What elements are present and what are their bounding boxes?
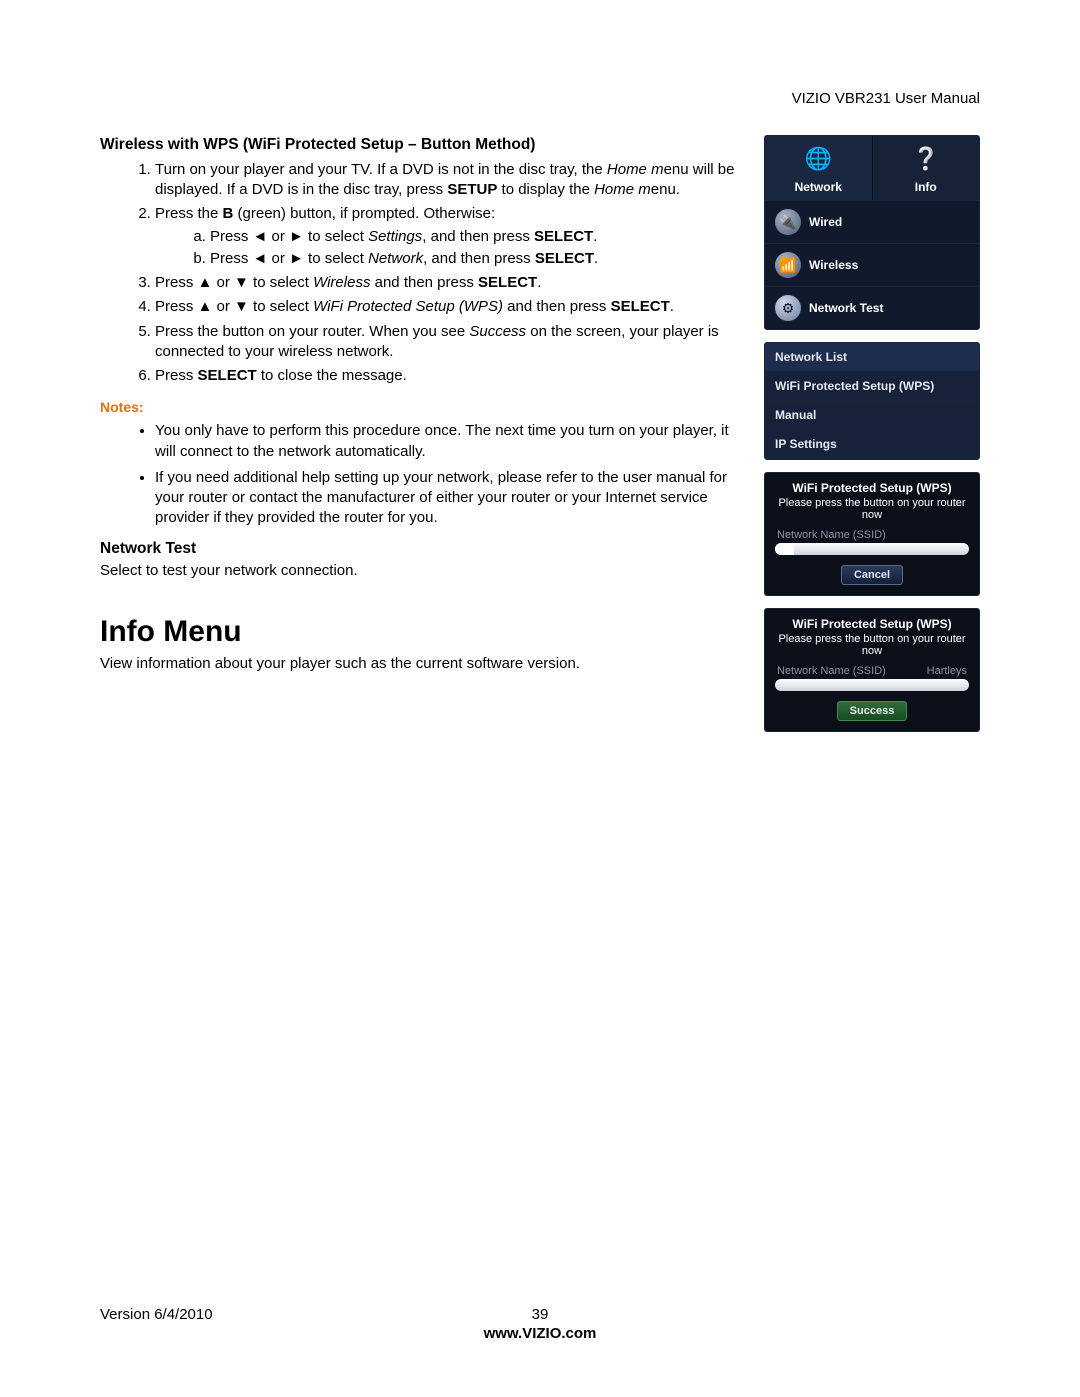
bold: SETUP: [447, 181, 497, 198]
text: Press ◄ or ► to select: [210, 228, 368, 245]
bold: B: [223, 205, 234, 222]
wifi-icon: 📶: [775, 252, 801, 278]
screenshot-network-menu: 🌐 Network ❔ Info 🔌 Wired 📶 Wi: [764, 135, 980, 330]
info-menu-body: View information about your player such …: [100, 654, 746, 674]
text: .: [594, 250, 598, 267]
menu-item-manual[interactable]: Manual: [765, 401, 979, 430]
globe-icon: 🌐: [801, 142, 835, 176]
menu-item-ip-settings[interactable]: IP Settings: [765, 430, 979, 459]
text: (green) button, if prompted. Otherwise:: [233, 205, 495, 222]
field-label: Network Name (SSID): [777, 665, 886, 677]
emph: Wireless: [313, 274, 370, 291]
step-2b: Press ◄ or ► to select Network, and then…: [210, 249, 746, 269]
help-icon: ❔: [909, 142, 943, 176]
step-4: Press ▲ or ▼ to select WiFi Protected Se…: [155, 297, 746, 317]
menu-item-label: Wireless: [809, 258, 858, 272]
note-1: You only have to perform this procedure …: [155, 421, 746, 462]
tab-label: Network: [765, 180, 872, 194]
menu-item-wps[interactable]: WiFi Protected Setup (WPS): [765, 372, 979, 401]
dialog-title: WiFi Protected Setup (WPS): [773, 617, 971, 631]
dialog-subtitle: Please press the button on your router n…: [773, 633, 971, 657]
notes-label: Notes:: [100, 398, 746, 417]
text: .: [670, 298, 674, 315]
text: Turn on your player and your TV. If a DV…: [155, 161, 607, 178]
screenshots-column: 🌐 Network ❔ Info 🔌 Wired 📶 Wi: [764, 135, 980, 732]
screenshot-wireless-submenu: Network List WiFi Protected Setup (WPS) …: [764, 342, 980, 460]
doc-header: VIZIO VBR231 User Manual: [100, 90, 980, 107]
notes-list: You only have to perform this procedure …: [100, 421, 746, 528]
plug-icon: 🔌: [775, 209, 801, 235]
text: and then press: [503, 298, 611, 315]
step-3: Press ▲ or ▼ to select Wireless and then…: [155, 273, 746, 293]
screenshot-wps-success: WiFi Protected Setup (WPS) Please press …: [764, 608, 980, 732]
text: Press: [155, 367, 198, 384]
menu-item-wireless[interactable]: 📶 Wireless: [765, 243, 979, 286]
text: .: [537, 274, 541, 291]
menu-item-network-list[interactable]: Network List: [765, 343, 979, 372]
progress-bar: [775, 679, 969, 691]
menu-item-network-test[interactable]: ⚙ Network Test: [765, 286, 979, 329]
text: and then press: [370, 274, 478, 291]
step-1: Turn on your player and your TV. If a DV…: [155, 160, 746, 201]
bold: SELECT: [198, 367, 257, 384]
gear-icon: ⚙: [775, 295, 801, 321]
text: Press the: [155, 205, 223, 222]
step-5: Press the button on your router. When yo…: [155, 322, 746, 363]
substeps-list: Press ◄ or ► to select Settings, and the…: [155, 227, 746, 270]
text: , and then press: [422, 228, 534, 245]
step-6: Press SELECT to close the message.: [155, 366, 746, 386]
text: , and then press: [423, 250, 535, 267]
footer-version: Version 6/4/2010: [100, 1306, 393, 1323]
info-menu-heading: Info Menu: [100, 612, 746, 653]
step-2: Press the B (green) button, if prompted.…: [155, 204, 746, 269]
emph: Home m: [594, 181, 651, 198]
text: .: [593, 228, 597, 245]
dialog-subtitle: Please press the button on your router n…: [773, 497, 971, 521]
main-content: Wireless with WPS (WiFi Protected Setup …: [100, 135, 746, 732]
cancel-button[interactable]: Cancel: [841, 565, 903, 585]
network-test-body: Select to test your network connection.: [100, 561, 746, 581]
text: Press the button on your router. When yo…: [155, 323, 469, 340]
text: to display the: [497, 181, 594, 198]
dialog-title: WiFi Protected Setup (WPS): [773, 481, 971, 495]
bold: SELECT: [534, 228, 593, 245]
emph: Network: [368, 250, 423, 267]
emph: Success: [469, 323, 526, 340]
emph: WiFi Protected Setup (WPS): [313, 298, 503, 315]
menu-item-wired[interactable]: 🔌 Wired: [765, 200, 979, 243]
tab-label: Info: [873, 180, 980, 194]
menu-item-label: Network Test: [809, 301, 883, 315]
text: Press ▲ or ▼ to select: [155, 274, 313, 291]
bold: SELECT: [611, 298, 670, 315]
network-test-heading: Network Test: [100, 539, 746, 560]
tab-info[interactable]: ❔ Info: [873, 136, 980, 200]
step-2a: Press ◄ or ► to select Settings, and the…: [210, 227, 746, 247]
screenshot-wps-waiting: WiFi Protected Setup (WPS) Please press …: [764, 472, 980, 596]
footer-url: www.VIZIO.com: [100, 1325, 980, 1342]
field-label: Network Name (SSID): [777, 529, 886, 541]
bold: SELECT: [478, 274, 537, 291]
page-footer: Version 6/4/2010 39 www.VIZIO.com: [100, 1306, 980, 1342]
note-2: If you need additional help setting up y…: [155, 468, 746, 529]
footer-page-number: 39: [393, 1306, 686, 1323]
progress-bar: [775, 543, 969, 555]
text: Press ◄ or ► to select: [210, 250, 368, 267]
steps-list: Turn on your player and your TV. If a DV…: [100, 160, 746, 387]
text: enu.: [651, 181, 680, 198]
success-button[interactable]: Success: [837, 701, 908, 721]
emph: Home m: [607, 161, 664, 178]
emph: Settings: [368, 228, 422, 245]
bold: SELECT: [535, 250, 594, 267]
menu-item-label: Wired: [809, 215, 842, 229]
section-title: Wireless with WPS (WiFi Protected Setup …: [100, 135, 746, 156]
tab-network[interactable]: 🌐 Network: [765, 136, 873, 200]
field-value: Hartleys: [927, 665, 967, 677]
text: Press ▲ or ▼ to select: [155, 298, 313, 315]
text: to close the message.: [257, 367, 407, 384]
